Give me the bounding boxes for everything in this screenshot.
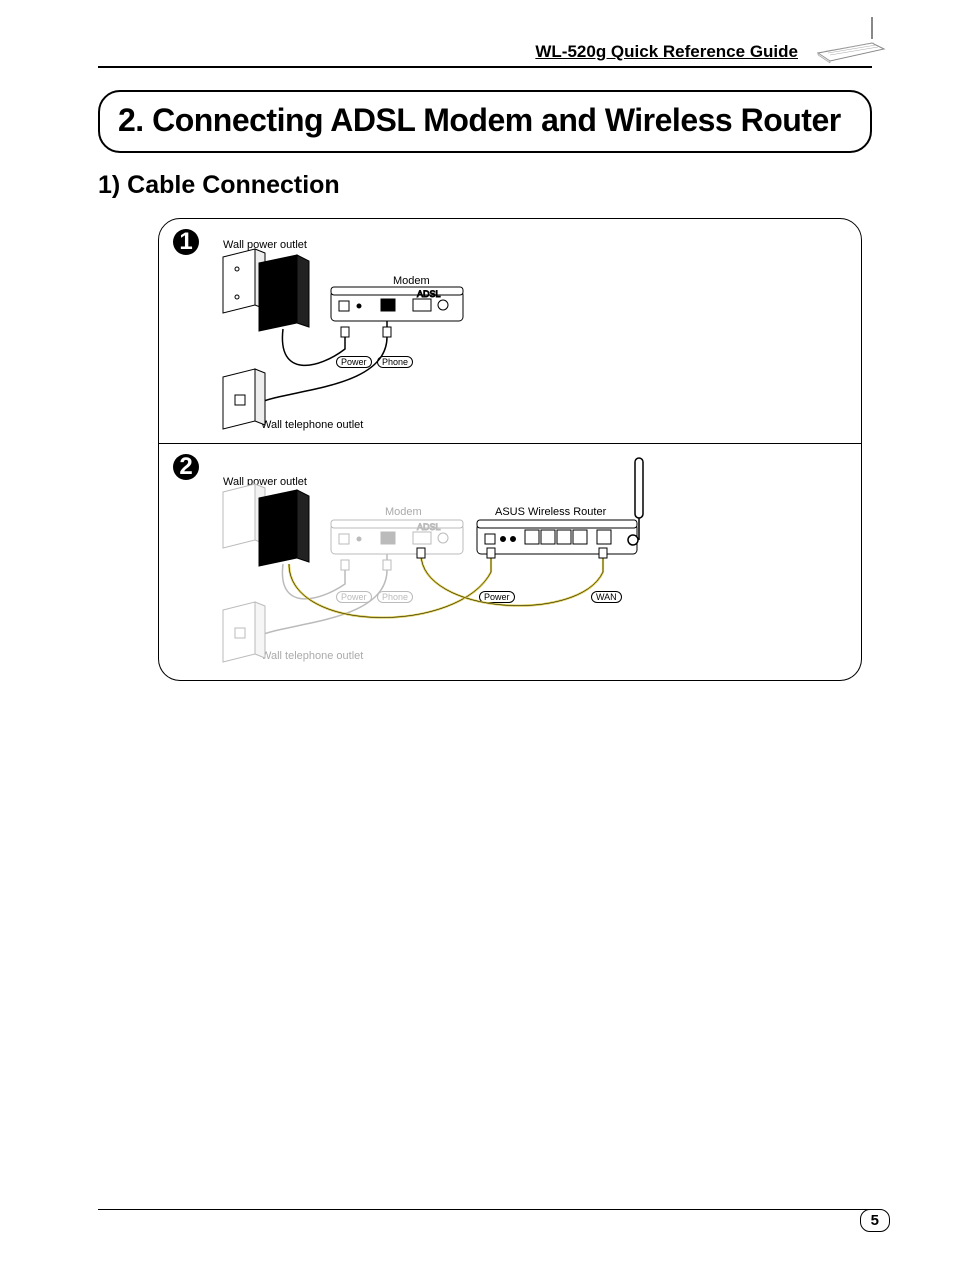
diagram-stack: 1 Wall power outlet Modem Wall telephone… <box>158 218 862 681</box>
footer-rule <box>98 1209 872 1210</box>
diagram-panel-2: 2 Wall power outlet Modem ASUS Wireless … <box>158 444 862 681</box>
header-guide-title: WL-520g Quick Reference Guide <box>535 42 798 64</box>
page: WL-520g Quick Reference Guide 2. Connect… <box>0 0 954 1272</box>
page-number: 5 <box>860 1209 890 1232</box>
router-icon <box>812 17 890 70</box>
section-title: 2. Connecting ADSL Modem and Wireless Ro… <box>118 102 852 139</box>
diagram-svg-2: ADSL <box>159 444 799 680</box>
svg-text:ADSL: ADSL <box>417 289 441 299</box>
header: WL-520g Quick Reference Guide <box>98 42 872 68</box>
diagram-panel-1: 1 Wall power outlet Modem Wall telephone… <box>158 218 862 444</box>
svg-text:ADSL: ADSL <box>417 522 441 532</box>
diagram-svg-1: ADSL <box>159 219 799 443</box>
section-title-box: 2. Connecting ADSL Modem and Wireless Ro… <box>98 90 872 153</box>
subsection-title: 1) Cable Connection <box>98 171 872 200</box>
